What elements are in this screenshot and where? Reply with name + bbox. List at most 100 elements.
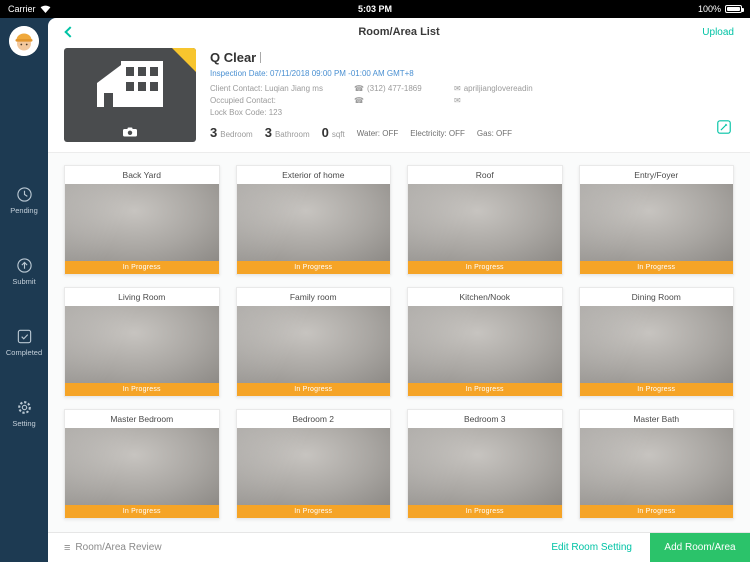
property-photo[interactable] <box>64 48 196 142</box>
chevron-left-icon <box>64 26 76 38</box>
sidebar-item-pending[interactable]: Pending <box>6 186 42 215</box>
room-card[interactable]: Roof In Progress <box>407 165 563 275</box>
room-card[interactable]: Master Bedroom In Progress <box>64 409 220 519</box>
client-contact-label: Client Contact: Luqian Jiang ms <box>210 84 323 93</box>
sidebar-item-setting[interactable]: Setting <box>6 399 42 428</box>
client-phone[interactable]: ☎ (312) 477-1869 <box>354 84 450 93</box>
avatar[interactable] <box>9 26 39 56</box>
room-card[interactable]: Entry/Foyer In Progress <box>578 165 734 275</box>
room-status-badge: In Progress <box>65 261 219 274</box>
battery-icon <box>725 5 744 13</box>
room-area-review-toggle[interactable]: ≡ Room/Area Review <box>64 542 162 554</box>
stat-bathroom: 3 Bathroom <box>264 125 310 140</box>
occupied-contact-label: Occupied Contact: <box>210 96 276 105</box>
room-status-badge: In Progress <box>65 383 219 396</box>
room-photo <box>579 184 733 261</box>
phone-icon: ☎ <box>354 84 364 93</box>
room-photo <box>408 428 562 505</box>
room-card[interactable]: Bedroom 3 In Progress <box>407 409 563 519</box>
house-icon <box>97 61 163 107</box>
room-grid: Back Yard In Progress Exterior of home I… <box>48 152 750 532</box>
sidebar: Pending Submit Completed Setting <box>0 18 48 562</box>
room-name: Bedroom 2 <box>292 414 335 424</box>
page-header: Room/Area List Upload <box>48 18 750 46</box>
sidebar-items: Pending Submit Completed Setting <box>6 186 42 428</box>
occupied-email[interactable]: ✉ <box>454 96 704 105</box>
sidebar-item-submit[interactable]: Submit <box>6 257 42 286</box>
room-photo <box>579 428 733 505</box>
note-edit-icon <box>717 120 731 134</box>
property-section: Q Clear Inspection Date: 07/11/2018 09:0… <box>48 46 750 152</box>
room-card[interactable]: Bedroom 2 In Progress <box>235 409 391 519</box>
room-status-badge: In Progress <box>408 383 562 396</box>
main-panel: Room/Area List Upload Q Clear Inspection… <box>48 18 750 562</box>
battery-percent: 100% <box>697 4 721 14</box>
stat-bedroom: 3 Bedroom <box>210 125 253 140</box>
room-status-badge: In Progress <box>408 261 562 274</box>
sidebar-item-label: Pending <box>10 206 38 215</box>
status-right: 100% <box>697 4 744 14</box>
list-icon: ≡ <box>64 541 71 554</box>
room-photo <box>65 306 219 383</box>
utility-gas: Gas: OFF <box>476 129 513 138</box>
property-info: Q Clear Inspection Date: 07/11/2018 09:0… <box>210 48 734 142</box>
room-name: Kitchen/Nook <box>459 292 511 302</box>
clock-icon <box>16 187 32 202</box>
worker-avatar-icon <box>9 26 39 56</box>
inspection-date: Inspection Date: 07/11/2018 09:00 PM -01… <box>210 69 414 78</box>
utility-electricity: Electricity: OFF <box>410 129 465 138</box>
app-body: Pending Submit Completed Setting Room/Ar… <box>0 18 750 562</box>
room-photo <box>65 428 219 505</box>
room-card[interactable]: Dining Room In Progress <box>578 287 734 397</box>
room-card[interactable]: Kitchen/Nook In Progress <box>407 287 563 397</box>
envelope-icon: ✉ <box>454 96 461 105</box>
submit-upload-icon <box>16 258 32 273</box>
utility-water: Water: OFF <box>356 129 399 138</box>
room-card[interactable]: Living Room In Progress <box>64 287 220 397</box>
corner-ribbon <box>172 48 196 72</box>
room-name: Master Bath <box>633 414 680 424</box>
room-status-badge: In Progress <box>236 505 390 518</box>
sidebar-item-label: Completed <box>5 348 43 357</box>
app-screen: Carrier 5:03 PM 100% Pending Submit Comp… <box>0 0 750 562</box>
room-card[interactable]: Master Bath In Progress <box>578 409 734 519</box>
edit-room-setting-button[interactable]: Edit Room Setting <box>551 542 632 553</box>
room-name: Dining Room <box>631 292 681 302</box>
page-title: Room/Area List <box>358 26 440 38</box>
stat-sqft: 0 sqft <box>321 125 345 140</box>
lock-box-code: Lock Box Code: 123 <box>210 108 283 117</box>
clock-time: 5:03 PM <box>357 4 392 14</box>
phone-icon: ☎ <box>354 96 364 105</box>
settings-gear-icon <box>17 401 31 414</box>
room-name: Entry/Foyer <box>634 170 679 180</box>
sidebar-item-label: Submit <box>12 277 36 286</box>
room-card[interactable]: Exterior of home In Progress <box>235 165 391 275</box>
room-name: Bedroom 3 <box>463 414 506 424</box>
camera-icon <box>123 127 137 137</box>
room-name: Family room <box>289 292 337 302</box>
property-stats: 3 Bedroom 3 Bathroom 0 sqft Water: OFF Elec… <box>210 126 704 139</box>
property-name-row: Q Clear <box>210 50 704 65</box>
room-photo <box>579 306 733 383</box>
room-name: Exterior of home <box>282 170 345 180</box>
sidebar-item-completed[interactable]: Completed <box>6 328 42 357</box>
status-bar: Carrier 5:03 PM 100% <box>0 0 750 18</box>
room-photo <box>408 184 562 261</box>
room-status-badge: In Progress <box>236 261 390 274</box>
room-status-badge: In Progress <box>408 505 562 518</box>
footer-bar: ≡ Room/Area Review Edit Room Setting Add… <box>48 532 750 562</box>
client-email[interactable]: ✉ apriljianglovereadin <box>454 84 704 93</box>
room-name: Roof <box>475 170 494 180</box>
room-name: Master Bedroom <box>110 414 174 424</box>
back-button[interactable] <box>64 24 80 40</box>
contact-grid: Client Contact: Luqian Jiang ms ☎ (312) 4… <box>210 84 704 105</box>
room-status-badge: In Progress <box>579 505 733 518</box>
upload-button[interactable]: Upload <box>702 27 734 38</box>
edit-note-button[interactable] <box>716 119 732 140</box>
room-card[interactable]: Family room In Progress <box>235 287 391 397</box>
room-photo <box>236 184 390 261</box>
room-card[interactable]: Back Yard In Progress <box>64 165 220 275</box>
occupied-phone[interactable]: ☎ <box>354 96 450 105</box>
add-room-area-button[interactable]: Add Room/Area <box>650 533 750 562</box>
review-label: Room/Area Review <box>75 542 162 553</box>
